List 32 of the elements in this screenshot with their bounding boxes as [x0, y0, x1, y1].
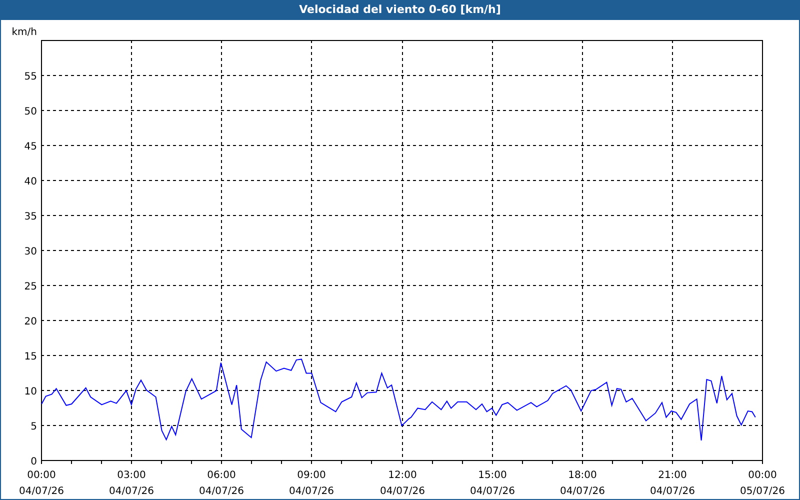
x-tick-label: 06:00 — [207, 470, 236, 481]
y-tick-label: 40 — [24, 176, 37, 188]
x-tick-label: 03:00 — [117, 470, 146, 481]
x-tick-label: 15:00 — [478, 470, 507, 481]
y-tick-label: 0 — [30, 456, 37, 468]
date-label: 04/07/26 — [560, 486, 605, 497]
date-label: 04/07/26 — [199, 486, 244, 497]
y-tick-label: 10 — [24, 386, 37, 398]
y-axis-label: km/h — [12, 27, 37, 38]
date-label: 04/07/26 — [380, 486, 425, 497]
x-tick-label: 21:00 — [658, 470, 687, 481]
date-label: 04/07/26 — [109, 486, 154, 497]
y-tick-label: 45 — [24, 142, 37, 152]
y-tick-label: 25 — [24, 282, 37, 292]
x-tick-label: 09:00 — [297, 470, 326, 481]
window-title: Velocidad del viento 0-60 [km/h] — [0, 0, 800, 20]
x-tick-label: 00:00 — [748, 470, 777, 481]
x-tick-label: 12:00 — [388, 470, 417, 481]
y-tick-label: 20 — [24, 316, 37, 328]
date-label: 05/07/26 — [740, 486, 785, 497]
y-tick-label: 35 — [24, 212, 37, 222]
x-tick-label: 18:00 — [568, 470, 597, 481]
y-tick-label: 50 — [24, 106, 37, 118]
y-tick-label: 55 — [24, 72, 37, 82]
y-tick-label: 15 — [24, 352, 37, 362]
date-label: 04/07/26 — [650, 486, 695, 497]
y-tick-label: 30 — [24, 246, 37, 258]
date-label: 04/07/26 — [289, 486, 334, 497]
date-label: 04/07/26 — [470, 486, 515, 497]
date-label: 04/07/26 — [19, 486, 64, 497]
y-tick-label: 5 — [30, 422, 37, 432]
x-tick-label: 00:00 — [27, 470, 56, 481]
